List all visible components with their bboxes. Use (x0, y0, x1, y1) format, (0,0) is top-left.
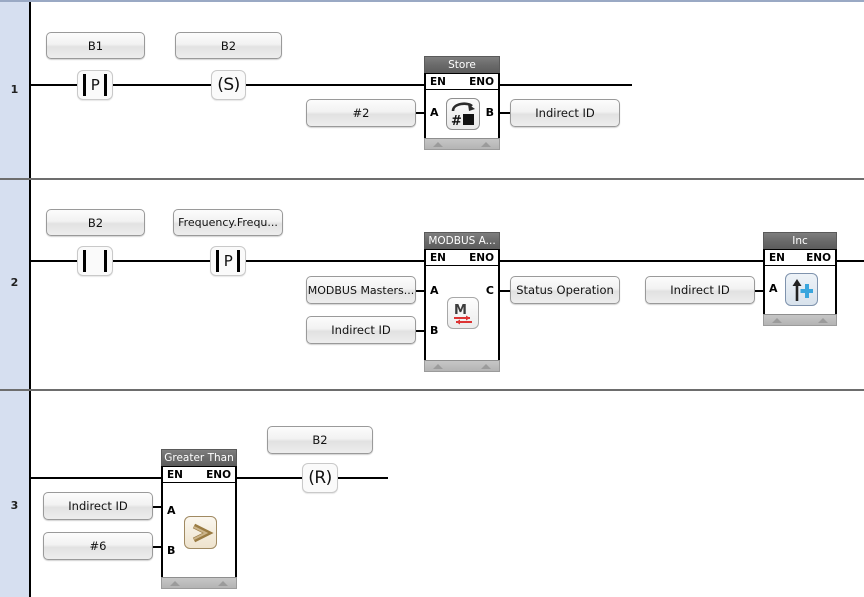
gt-input-a-stub (153, 506, 163, 508)
rung-separator-2 (0, 389, 864, 391)
increment-icon (785, 273, 818, 306)
collapse-triangle-left-icon[interactable] (772, 318, 782, 323)
store-output-b-stub (500, 112, 510, 114)
operand-modbus-output-c[interactable]: Status Operation (510, 276, 620, 304)
collapse-triangle-right-icon[interactable] (481, 142, 491, 147)
operand-modbus-input-b[interactable]: Indirect ID (306, 316, 416, 344)
contact-normally-open-b2[interactable] (77, 246, 113, 276)
en-pin-label: EN (430, 251, 446, 264)
rung-number-3: 3 (10, 499, 19, 512)
input-pin-b-label: B (167, 544, 176, 557)
rung-number-1: 1 (10, 83, 19, 96)
function-block-title: Greater Than (161, 449, 237, 466)
modbus-input-b-stub (416, 330, 426, 332)
contact-type-letter (82, 250, 108, 272)
function-block-store[interactable]: Store EN ENO A B # (424, 56, 500, 150)
inc-input-a-stub (755, 290, 765, 292)
rung-1-power-line (31, 84, 632, 86)
input-pin-a-label: A (167, 504, 176, 517)
contact-bars-icon: P (82, 74, 108, 96)
function-block-en-row: EN ENO (161, 466, 237, 483)
input-pin-a-label: A (430, 284, 439, 297)
eno-pin-label: ENO (806, 251, 831, 264)
operand-label-b2-contact[interactable]: B2 (46, 209, 145, 236)
collapse-triangle-right-icon[interactable] (818, 318, 828, 323)
top-border (0, 0, 864, 2)
function-block-modbus[interactable]: MODBUS A... EN ENO A B C M (424, 232, 500, 372)
store-input-a-stub (416, 112, 426, 114)
left-power-rail (29, 2, 31, 597)
function-block-footer[interactable] (763, 314, 837, 326)
coil-reset-b2[interactable]: (R) (302, 463, 338, 493)
greater-than-icon (184, 516, 217, 549)
contact-bars-icon: P (215, 250, 241, 272)
function-block-en-row: EN ENO (424, 249, 500, 266)
function-block-title: Store (424, 56, 500, 73)
function-block-inc[interactable]: Inc EN ENO A (763, 232, 837, 326)
input-pin-a-label: A (769, 282, 778, 295)
operand-gt-input-a[interactable]: Indirect ID (43, 492, 153, 520)
operand-store-input-a[interactable]: #2 (306, 99, 416, 127)
contact-type-letter: P (223, 252, 233, 270)
eno-pin-label: ENO (469, 251, 494, 264)
en-pin-label: EN (430, 75, 446, 88)
input-pin-b-label: B (430, 324, 439, 337)
modbus-output-c-stub (500, 290, 510, 292)
function-block-en-row: EN ENO (424, 73, 500, 90)
function-block-footer[interactable] (424, 138, 500, 150)
function-block-footer[interactable] (424, 360, 500, 372)
rung-3-power-line-left (31, 477, 162, 479)
en-pin-label: EN (167, 468, 183, 481)
modbus-input-a-stub (416, 290, 426, 292)
function-block-greater-than[interactable]: Greater Than EN ENO A B (161, 449, 237, 589)
store-icon: # (446, 98, 480, 130)
contact-bars-icon (82, 250, 108, 272)
ladder-editor-canvas: 1 2 3 B1 P B2 (S) Store EN ENO A B # #2 … (0, 0, 864, 597)
operand-label-frequency[interactable]: Frequency.Frequ... (173, 209, 283, 236)
operand-modbus-input-a[interactable]: MODBUS Masters... (306, 276, 416, 304)
gt-input-b-stub (153, 546, 163, 548)
contact-positive-transition-frequency[interactable]: P (210, 246, 246, 276)
function-block-title: Inc (763, 232, 837, 249)
function-block-body: A B (161, 483, 237, 577)
eno-pin-label: ENO (469, 75, 494, 88)
svg-text:M: M (454, 303, 467, 318)
output-pin-b-label: B (485, 106, 494, 119)
collapse-triangle-left-icon[interactable] (170, 581, 180, 586)
collapse-triangle-right-icon[interactable] (218, 581, 228, 586)
function-block-body: A B # (424, 90, 500, 138)
contact-type-letter: P (90, 76, 100, 94)
function-block-title: MODBUS A... (424, 232, 500, 249)
contact-positive-transition-b1[interactable]: P (77, 70, 113, 100)
function-block-body: A B C M (424, 266, 500, 360)
operand-label-b2-reset-coil[interactable]: B2 (267, 426, 373, 454)
function-block-footer[interactable] (161, 577, 237, 589)
operand-store-output-b[interactable]: Indirect ID (510, 99, 620, 127)
rung-separator-1 (0, 178, 864, 180)
operand-label-b2-coil[interactable]: B2 (175, 32, 282, 59)
operand-inc-input-a[interactable]: Indirect ID (645, 276, 755, 304)
output-pin-c-label: C (485, 284, 494, 297)
collapse-triangle-right-icon[interactable] (481, 364, 491, 369)
function-block-en-row: EN ENO (763, 249, 837, 266)
input-pin-a-label: A (430, 106, 439, 119)
operand-label-b1[interactable]: B1 (46, 32, 145, 59)
rung-number-2: 2 (10, 276, 19, 289)
modbus-icon: M (447, 297, 479, 329)
svg-text:#: # (451, 114, 462, 128)
en-pin-label: EN (769, 251, 785, 264)
operand-gt-input-b[interactable]: #6 (43, 532, 153, 560)
collapse-triangle-left-icon[interactable] (433, 142, 443, 147)
eno-pin-label: ENO (206, 468, 231, 481)
coil-set-b2[interactable]: (S) (211, 70, 246, 100)
collapse-triangle-left-icon[interactable] (433, 364, 443, 369)
function-block-body: A (763, 266, 837, 314)
